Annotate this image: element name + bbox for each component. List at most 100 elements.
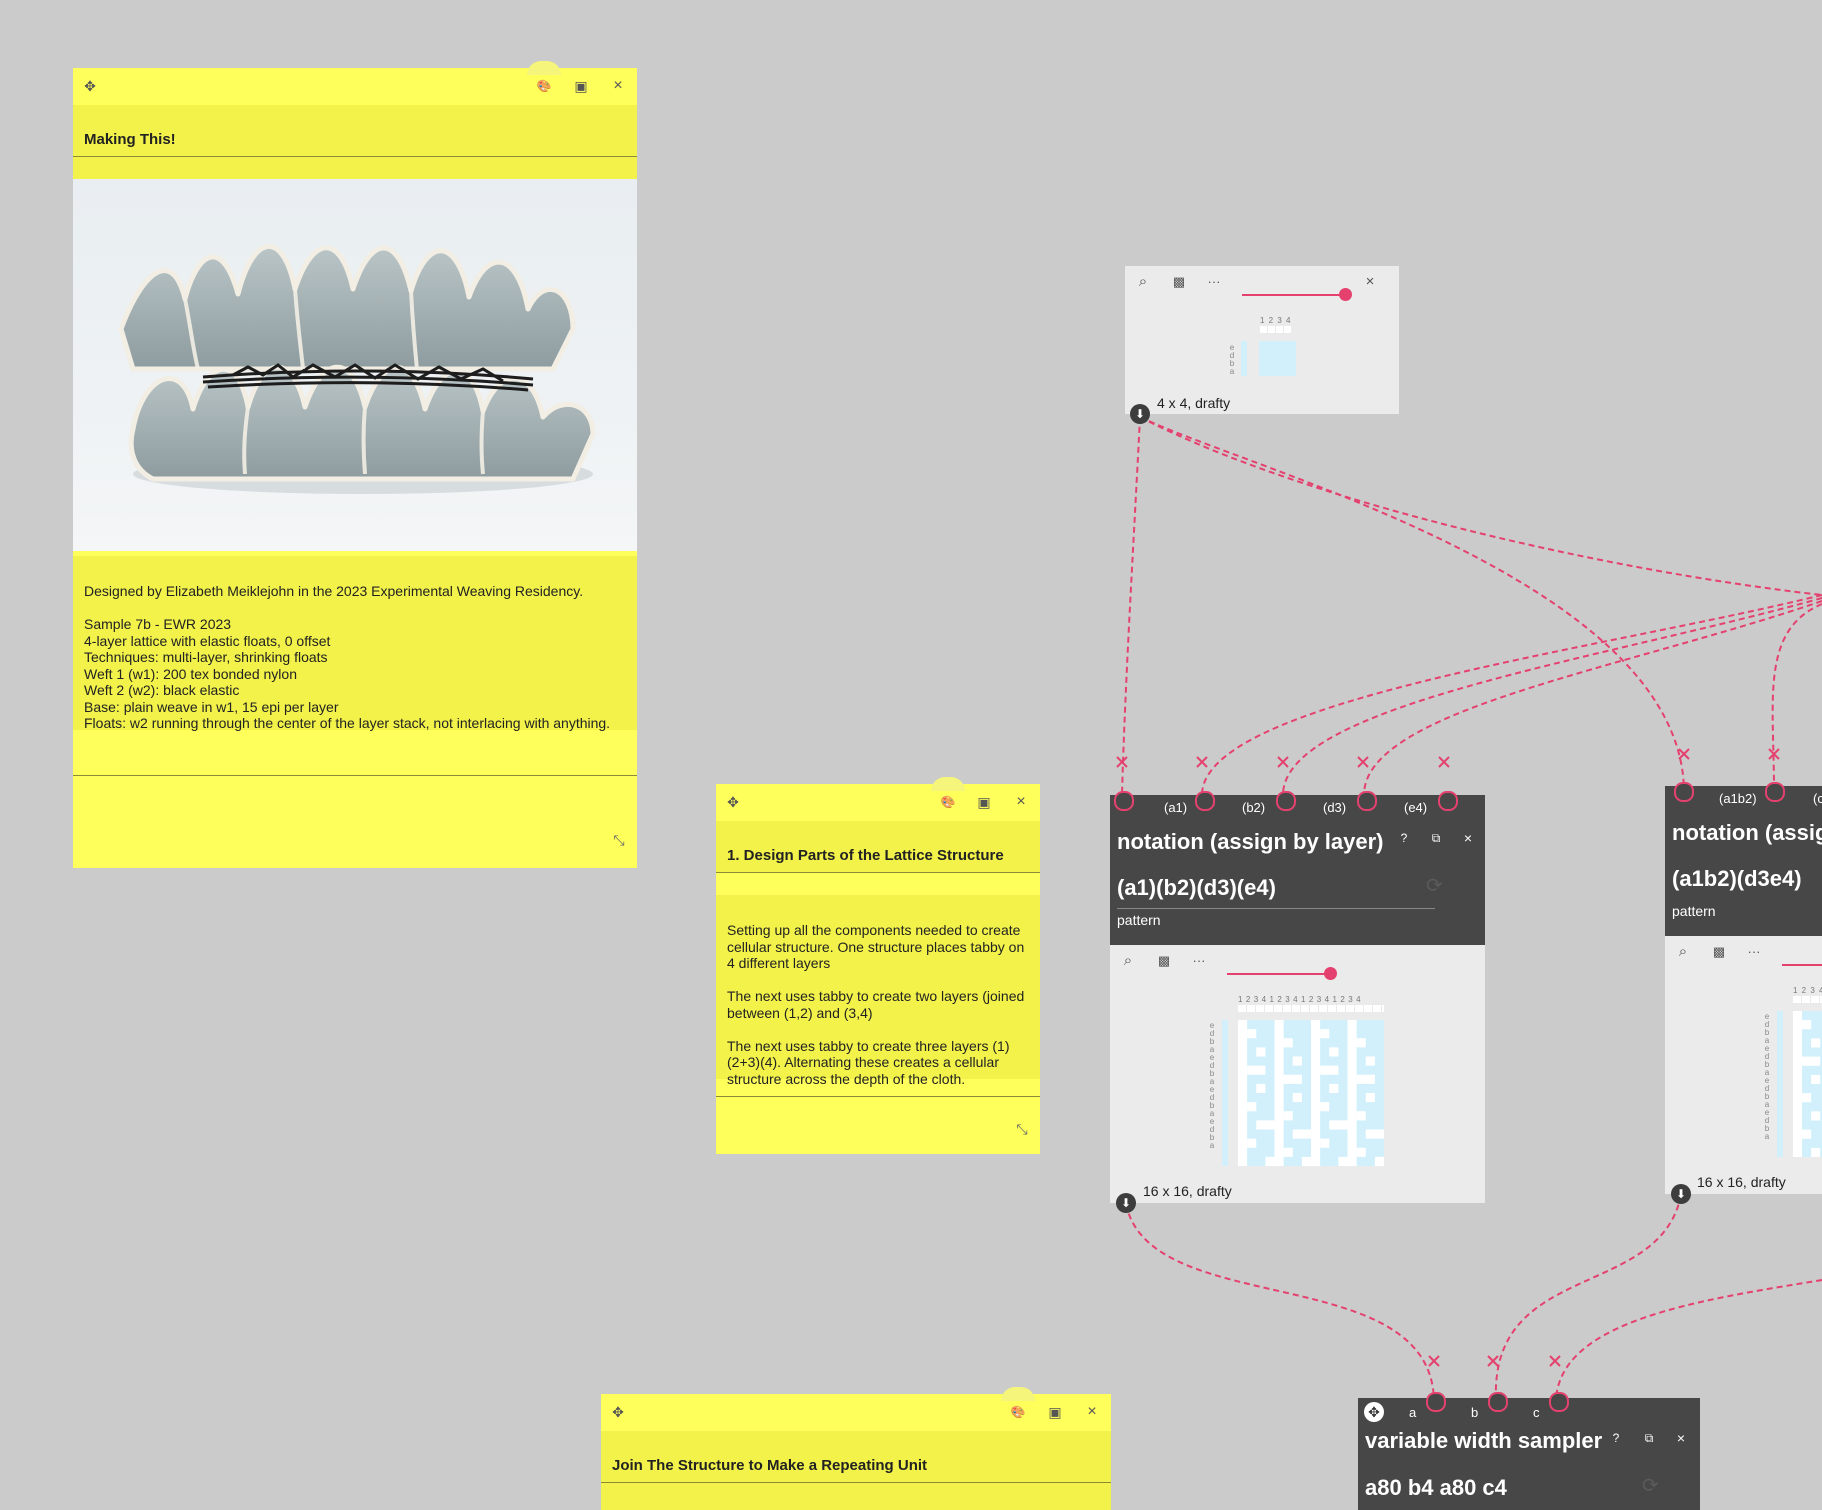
inlet-connector[interactable]: [1549, 1392, 1569, 1412]
wire-top-notation2[interactable]: [1139, 416, 1685, 791]
inlet-connector[interactable]: [1276, 791, 1296, 811]
checker-icon[interactable]: ▩: [1170, 273, 1188, 291]
palette-icon[interactable]: 🎨: [1009, 1403, 1027, 1421]
move-icon[interactable]: ✥: [724, 793, 742, 811]
draft-cells[interactable]: [1259, 341, 1296, 376]
draft-column-ticks: 1 2 3 4: [1260, 316, 1292, 325]
duplicate-icon[interactable]: ⧉: [1641, 1430, 1657, 1446]
inlet-connector[interactable]: [1674, 782, 1694, 802]
inlet-label: (e4): [1404, 800, 1428, 815]
draft-cells[interactable]: [1238, 1020, 1384, 1166]
inlet-label: c: [1533, 1405, 1540, 1420]
op-variable-width-sampler[interactable]: ✥ a b c variable width sampler ? ⧉ × a80…: [1358, 1398, 1700, 1510]
note-making-this[interactable]: ✥ 🎨 ▣ × Making This! Designed by Elizabe…: [73, 61, 637, 868]
move-icon[interactable]: ✥: [1364, 1402, 1384, 1422]
download-icon[interactable]: ⬇: [1671, 1184, 1691, 1204]
duplicate-icon[interactable]: ⧉: [1428, 830, 1444, 846]
param-label: pattern: [1672, 903, 1716, 919]
draft-cells[interactable]: [1793, 1011, 1822, 1157]
inlet-connector[interactable]: [1195, 791, 1215, 811]
wire-right-sampler-c[interactable]: [1555, 1279, 1822, 1401]
search-icon[interactable]: ⌕: [1134, 273, 1152, 291]
zoom-slider[interactable]: [1227, 973, 1331, 975]
draft-row-labels: e d b a e d b a e d b a e d b a: [1209, 1021, 1215, 1150]
search-icon[interactable]: ⌕: [1674, 943, 1692, 961]
refresh-icon[interactable]: ⟳: [1642, 1476, 1659, 1496]
note-join-structure[interactable]: ✥ 🎨 ▣ × Join The Structure to Make a Rep…: [601, 1387, 1111, 1510]
inlet-connector[interactable]: [1426, 1392, 1446, 1412]
zoom-slider-handle[interactable]: [1324, 967, 1337, 980]
resize-icon[interactable]: ⤡: [1013, 1120, 1031, 1138]
note-toolbar: ✥ 🎨 ▣ ×: [716, 784, 1040, 820]
note-title[interactable]: Making This!: [84, 131, 176, 148]
zoom-slider[interactable]: [1242, 294, 1346, 296]
palette-icon[interactable]: 🎨: [939, 793, 957, 811]
checker-icon[interactable]: ▩: [1155, 952, 1173, 970]
checker-icon[interactable]: ▩: [1710, 943, 1728, 961]
draft-column-ticks: 1 2 3 4: [1793, 986, 1822, 995]
close-icon[interactable]: ×: [1012, 793, 1030, 811]
palette-icon[interactable]: 🎨: [535, 77, 553, 95]
close-icon[interactable]: ×: [1083, 1403, 1101, 1421]
wire-right-b2[interactable]: [1201, 594, 1822, 796]
inlet-label: (c: [1813, 791, 1822, 806]
wire-n1-sampler-a[interactable]: [1125, 1203, 1435, 1401]
pattern-underline: [1117, 908, 1435, 909]
download-icon[interactable]: ⬇: [1130, 404, 1150, 424]
wire-right-e4[interactable]: [1363, 600, 1822, 796]
inlet-connector[interactable]: [1438, 791, 1458, 811]
wire-top-a1[interactable]: [1121, 416, 1141, 796]
download-icon[interactable]: ⬇: [1116, 1193, 1136, 1213]
pattern-input[interactable]: (a1)(b2)(d3)(e4): [1117, 875, 1276, 901]
op-title: notation (assign by layer): [1117, 829, 1384, 854]
more-icon[interactable]: ···: [1745, 943, 1763, 961]
zoom-slider[interactable]: [1782, 964, 1822, 966]
move-icon[interactable]: ✥: [609, 1403, 627, 1421]
close-icon[interactable]: ×: [1460, 830, 1476, 846]
inlet-connector[interactable]: [1765, 782, 1785, 802]
more-icon[interactable]: ···: [1190, 952, 1208, 970]
help-icon[interactable]: ?: [1396, 830, 1412, 846]
wire-n2-sampler-b[interactable]: [1494, 1194, 1682, 1401]
wire-right-notation2[interactable]: [1771, 603, 1822, 791]
draft-viewer-16x16-2[interactable]: ⌕ ▩ ··· 1 2 3 4 e d b a e d b a e d b a …: [1665, 936, 1822, 1194]
close-icon[interactable]: ×: [1673, 1430, 1689, 1446]
search-icon[interactable]: ⌕: [1119, 952, 1137, 970]
note-title[interactable]: 1. Design Parts of the Lattice Structure: [727, 847, 1004, 864]
warp-color-row: [1260, 326, 1292, 333]
image-icon[interactable]: ▣: [572, 77, 590, 95]
more-icon[interactable]: ···: [1205, 273, 1223, 291]
zoom-slider-handle[interactable]: [1339, 288, 1352, 301]
draft-column-ticks: 1 2 3 4 1 2 3 4 1 2 3 4 1 2 3 4: [1238, 995, 1362, 1004]
divider: [716, 1096, 1040, 1097]
pattern-input[interactable]: a80 b4 a80 c4: [1365, 1475, 1507, 1501]
inlet-connector[interactable]: [1357, 791, 1377, 811]
image-icon[interactable]: ▣: [1046, 1403, 1064, 1421]
divider: [716, 872, 1040, 873]
resize-icon[interactable]: ⤡: [610, 831, 628, 849]
close-icon[interactable]: ×: [1361, 273, 1379, 291]
inlet-connector[interactable]: [1488, 1392, 1508, 1412]
draft-viewer-16x16[interactable]: ⌕ ▩ ··· 1 2 3 4 1 2 3 4 1 2 3 4 1 2 3 4 …: [1110, 945, 1485, 1203]
note-design-parts[interactable]: ✥ 🎨 ▣ × 1. Design Parts of the Lattice S…: [716, 777, 1040, 1154]
note-title[interactable]: Join The Structure to Make a Repeating U…: [612, 1457, 927, 1474]
op-notation-assign-by-layer-2[interactable]: (a1b2) (c notation (assig (a1b2)(d3e4) p…: [1665, 786, 1822, 936]
warp-color-row: [1238, 1005, 1384, 1012]
refresh-icon[interactable]: ⟳: [1426, 876, 1443, 896]
warp-color-row: [1793, 996, 1822, 1003]
pattern-input[interactable]: (a1b2)(d3e4): [1672, 866, 1802, 892]
sample-photo: [73, 179, 637, 551]
move-icon[interactable]: ✥: [81, 77, 99, 95]
draft-viewer-4x4[interactable]: ⌕ ▩ ··· × 1 2 3 4 e d b a: [1125, 266, 1399, 414]
wire-top-right[interactable]: [1139, 416, 1822, 596]
note-body[interactable]: Designed by Elizabeth Meiklejohn in the …: [84, 583, 625, 732]
image-icon[interactable]: ▣: [975, 793, 993, 811]
close-icon[interactable]: ×: [609, 77, 627, 95]
op-title: notation (assig: [1672, 820, 1822, 845]
note-body[interactable]: Setting up all the components needed to …: [727, 922, 1028, 1087]
op-notation-assign-by-layer[interactable]: (a1) (b2) (d3) (e4) notation (assign by …: [1110, 795, 1485, 945]
help-icon[interactable]: ?: [1608, 1430, 1624, 1446]
draft-row-labels: e d b a: [1229, 343, 1235, 376]
param-label: pattern: [1117, 912, 1161, 928]
inlet-connector[interactable]: [1114, 791, 1134, 811]
